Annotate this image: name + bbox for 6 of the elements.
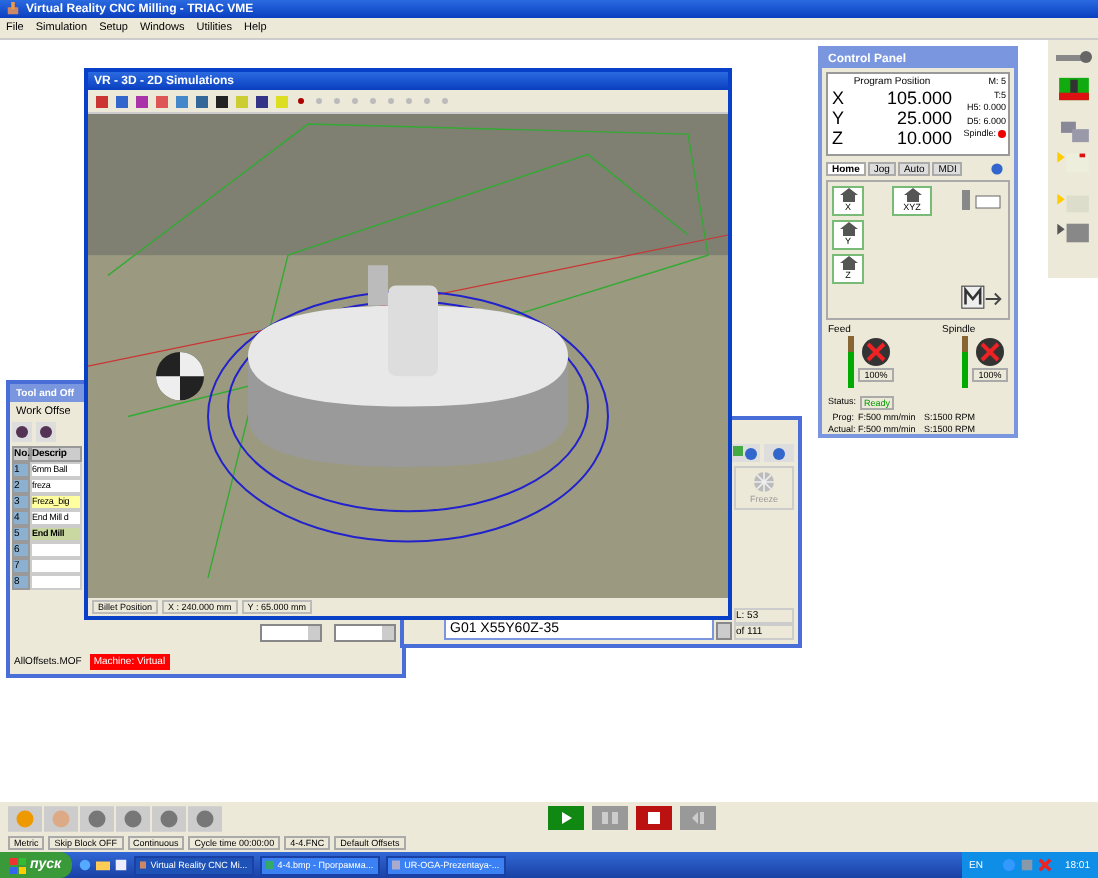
axis-value: 105.000 bbox=[886, 88, 952, 108]
axis-label: Z bbox=[832, 128, 843, 148]
axis-value: 10.000 bbox=[896, 128, 952, 148]
axis-label: Y bbox=[832, 108, 845, 128]
axis-label: X bbox=[832, 88, 845, 108]
axis-value: 25.000 bbox=[896, 108, 952, 128]
